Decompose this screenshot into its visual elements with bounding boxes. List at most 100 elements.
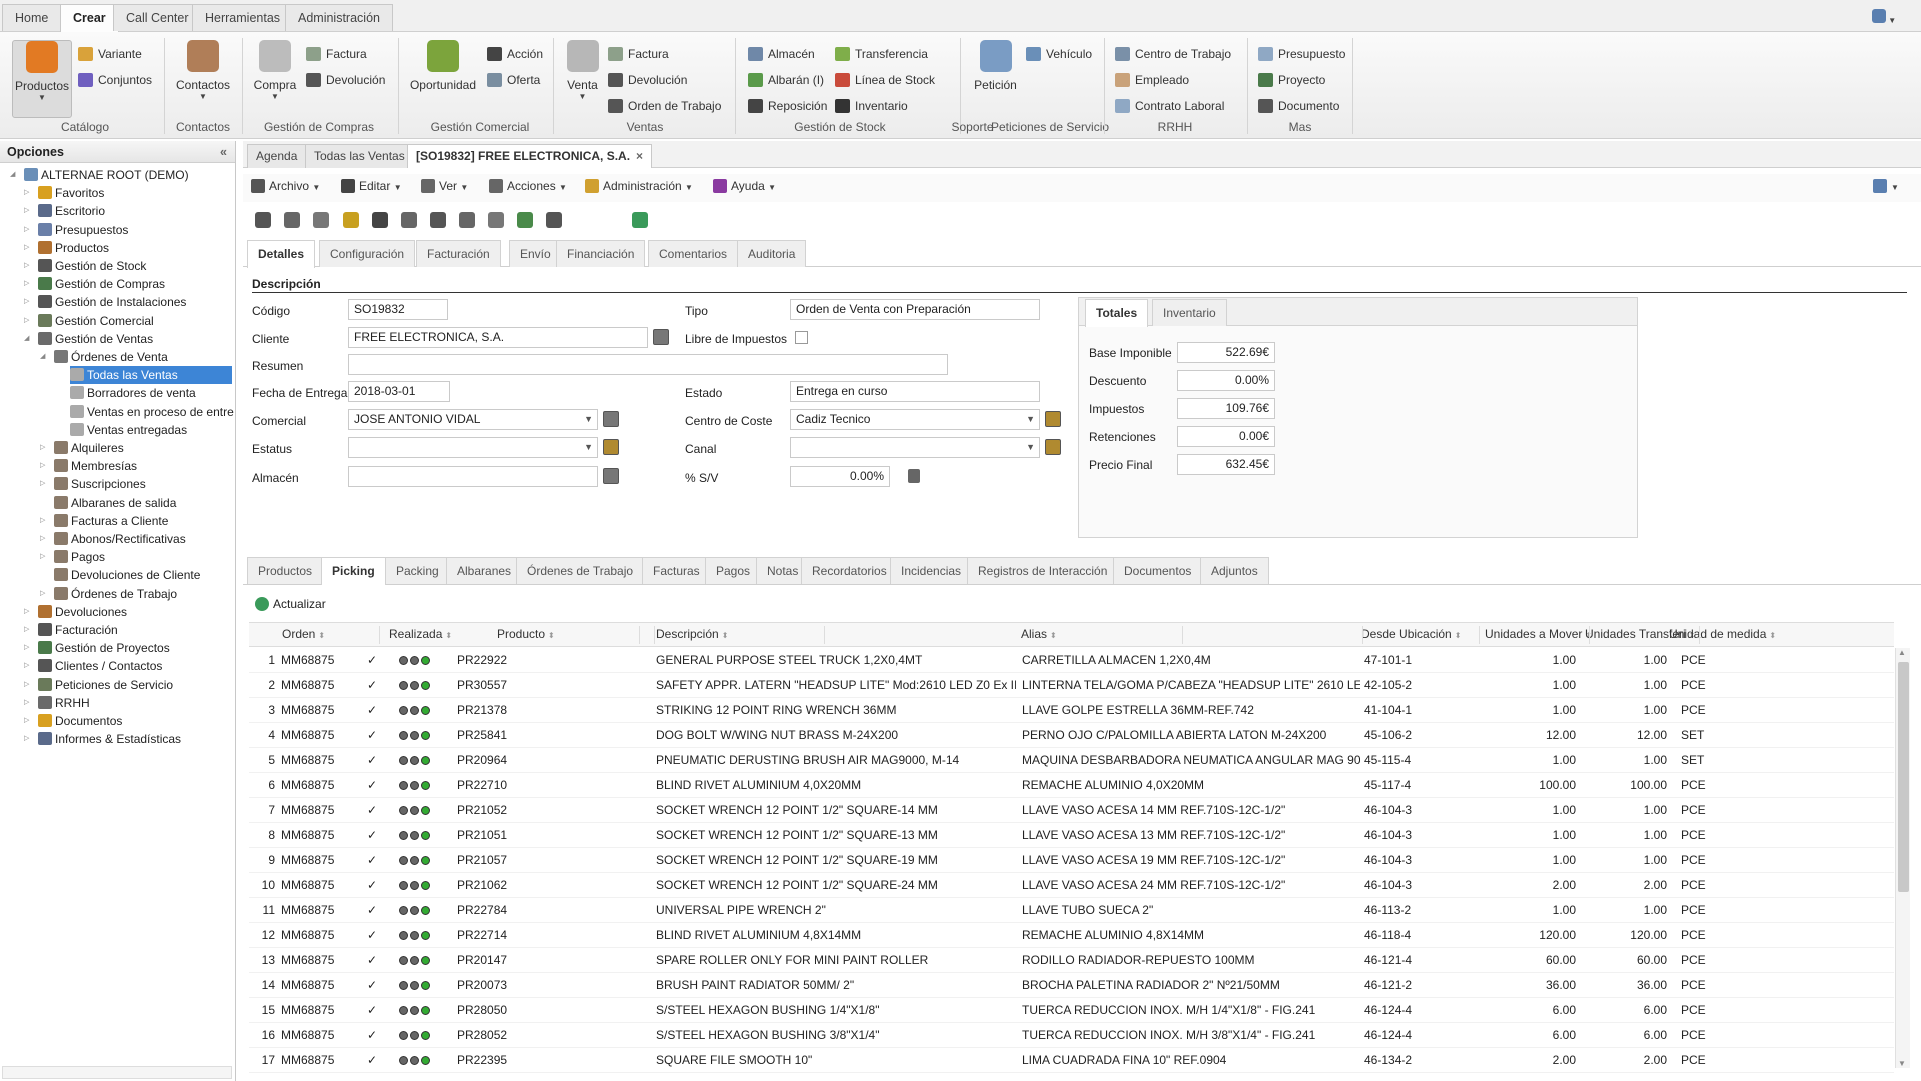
contrato-laboral-button[interactable]: Contrato Laboral (1115, 97, 1224, 115)
hand-icon[interactable] (908, 469, 920, 483)
albaran-button[interactable]: Albarán (I) (748, 71, 824, 89)
inventario-button[interactable]: Inventario (835, 97, 908, 115)
venta-factura-button[interactable]: Factura (608, 45, 669, 63)
table-row[interactable]: 2 MM68875 ✓ PR30557 SAFETY APPR. LATERN "HEA… (249, 673, 1894, 698)
collapsed-icon[interactable]: ▷ (40, 530, 45, 548)
delete-icon[interactable] (459, 212, 475, 228)
close-icon[interactable]: × (636, 149, 643, 163)
total-value-descuento[interactable]: 0.00% (1177, 370, 1275, 391)
grid-tab-ordenes-de-trabajo[interactable]: Órdenes de Trabajo (516, 557, 645, 584)
resumen-field[interactable] (348, 354, 948, 375)
table-row[interactable]: 5 MM68875 ✓ PR20964 PNEUMATIC DERUSTING BRUS… (249, 748, 1894, 773)
total-value-retenciones[interactable]: 0.00€ (1177, 426, 1275, 447)
collapsed-icon[interactable]: ▷ (24, 712, 29, 730)
sidebar-item-documentos[interactable]: ▷ Documentos (24, 712, 122, 730)
collapsed-icon[interactable]: ▷ (24, 202, 29, 220)
sidebar-item-productos[interactable]: ▷ Productos (24, 239, 109, 257)
realizada-check[interactable]: ✓ (367, 978, 383, 992)
sidebar-item-gestion-de-proyectos[interactable]: ▷ Gestión de Proyectos (24, 639, 170, 657)
sidebar-item-gestion-de-instalaciones[interactable]: ▷ Gestión de Instalaciones (24, 293, 186, 311)
compra-factura-button[interactable]: Factura (306, 45, 367, 63)
column-header-unidades-a-mover[interactable]: Unidades a Mover⬍ (1485, 627, 1592, 641)
table-row[interactable]: 17 MM68875 ✓ PR22395 SQUARE FILE SMOOTH 10" L… (249, 1048, 1894, 1073)
collapsed-icon[interactable]: ▷ (24, 257, 29, 275)
accion-button[interactable]: Acción (487, 45, 543, 63)
compra-devolucion-button[interactable]: Devolución (306, 71, 385, 89)
realizada-check[interactable]: ✓ (367, 953, 383, 967)
menu-archivo[interactable]: Archivo ▼ (251, 179, 320, 193)
grid-tab-adjuntos[interactable]: Adjuntos (1200, 557, 1269, 584)
grid-tab-packing[interactable]: Packing (385, 557, 450, 584)
sidebar-item-favoritos[interactable]: ▷ Favoritos (24, 184, 104, 202)
table-row[interactable]: 4 MM68875 ✓ PR25841 DOG BOLT W/WING NUT BRAS… (249, 723, 1894, 748)
table-row[interactable]: 3 MM68875 ✓ PR21378 STRIKING 12 POINT RING W… (249, 698, 1894, 723)
sidebar-item-pagos[interactable]: ▷ Pagos (40, 548, 105, 566)
sidebar-horizontal-scrollbar[interactable] (2, 1066, 232, 1079)
collapse-icon[interactable]: « (220, 141, 227, 163)
print-icon[interactable] (284, 212, 300, 228)
grid-tab-documentos[interactable]: Documentos (1113, 557, 1203, 584)
estado-field[interactable]: Entrega en curso (790, 381, 1040, 402)
expanded-icon[interactable]: ◢ (40, 348, 45, 366)
oportunidad-button[interactable]: Oportunidad (408, 40, 478, 92)
tab-herramientas[interactable]: Herramientas (192, 4, 294, 31)
realizada-check[interactable]: ✓ (367, 728, 383, 742)
tab-envio[interactable]: Envío (509, 240, 562, 267)
tab-call-center[interactable]: Call Center (113, 4, 202, 31)
orden-trabajo-button[interactable]: Orden de Trabajo (608, 97, 721, 115)
codigo-field[interactable]: SO19832 (348, 299, 448, 320)
canal-select[interactable]: ▼ (790, 437, 1040, 458)
tab-auditoria[interactable]: Auditoria (737, 240, 807, 267)
collapsed-icon[interactable]: ▷ (24, 676, 29, 694)
column-header-producto[interactable]: Producto ⬍ (497, 627, 555, 641)
realizada-check[interactable]: ✓ (367, 928, 383, 942)
realizada-check[interactable]: ✓ (367, 1003, 383, 1017)
collapsed-icon[interactable]: ▷ (24, 312, 29, 330)
cliente-picker-icon[interactable] (653, 329, 669, 345)
documento-button[interactable]: Documento (1258, 97, 1339, 115)
tab-detalles[interactable]: Detalles (247, 240, 316, 268)
table-row[interactable]: 12 MM68875 ✓ PR22714 BLIND RIVET ALUMINIUM 4… (249, 923, 1894, 948)
comercial-select[interactable]: JOSE ANTONIO VIDAL ▼ (348, 409, 598, 430)
table-row[interactable]: 10 MM68875 ✓ PR21062 SOCKET WRENCH 12 POINT … (249, 873, 1894, 898)
attach-icon[interactable] (488, 212, 504, 228)
actualizar-button[interactable]: Actualizar (255, 597, 326, 611)
menu-acciones[interactable]: Acciones ▼ (489, 179, 567, 193)
compra-button[interactable]: Compra ▼ (250, 40, 300, 101)
libre-impuestos-checkbox[interactable] (795, 331, 808, 344)
venta-devolucion-button[interactable]: Devolución (608, 71, 687, 89)
cut-icon[interactable] (372, 212, 388, 228)
tab-financiacion[interactable]: Financiación (556, 240, 646, 267)
centro-coste-picker-icon[interactable] (1045, 411, 1061, 427)
sidebar-item-devoluciones[interactable]: ▷ Devoluciones (24, 603, 127, 621)
grid-tab-productos[interactable]: Productos (247, 557, 324, 584)
sidebar-item-ordenes-de-venta[interactable]: ◢ Órdenes de Venta (40, 348, 168, 366)
almacen-field[interactable] (348, 466, 598, 487)
total-value-base-imponible[interactable]: 522.69€ (1177, 342, 1275, 363)
sidebar-item-alternae-root-demo[interactable]: ◢ ALTERNAE ROOT (DEMO) (10, 166, 189, 184)
user-settings-icon[interactable]: ▼ (1872, 9, 1902, 25)
realizada-check[interactable]: ✓ (367, 853, 383, 867)
table-row[interactable]: 6 MM68875 ✓ PR22710 BLIND RIVET ALUMINIUM 4,… (249, 773, 1894, 798)
sidebar-item-gestion-comercial[interactable]: ▷ Gestión Comercial (24, 312, 154, 330)
almacen-button[interactable]: Almacén (748, 45, 815, 63)
peticion-button[interactable]: Petición (968, 40, 1023, 92)
collapsed-icon[interactable]: ▷ (24, 657, 29, 675)
collapsed-icon[interactable]: ▷ (40, 548, 45, 566)
grid-tab-incidencias[interactable]: Incidencias (890, 557, 973, 584)
table-row[interactable]: 8 MM68875 ✓ PR21051 SOCKET WRENCH 12 POINT 1… (249, 823, 1894, 848)
sidebar-item-rrhh[interactable]: ▷ RRHH (24, 694, 90, 712)
collapsed-icon[interactable]: ▷ (24, 184, 29, 202)
column-header-alias[interactable]: Alias ⬍ (1021, 627, 1057, 641)
doctab-sale-order[interactable]: [SO19832] FREE ELECTRONICA, S.A. × (407, 144, 653, 168)
productos-button[interactable]: Productos ▼ (12, 40, 72, 118)
refresh-icon[interactable] (632, 212, 648, 228)
centro-trabajo-button[interactable]: Centro de Trabajo (1115, 45, 1231, 63)
collapsed-icon[interactable]: ▷ (40, 457, 45, 475)
column-header-descripcion[interactable]: Descripción ⬍ (656, 627, 728, 641)
sidebar-item-ventas-en-proceso-de-entre[interactable]: Ventas en proceso de entre (70, 403, 234, 421)
sidebar-item-facturacion[interactable]: ▷ Facturación (24, 621, 118, 639)
table-row[interactable]: 13 MM68875 ✓ PR20147 SPARE ROLLER ONLY FOR M… (249, 948, 1894, 973)
sidebar-item-informes-estadisticas[interactable]: ▷ Informes & Estadísticas (24, 730, 181, 748)
sidebar-item-ordenes-de-trabajo[interactable]: ▷ Órdenes de Trabajo (40, 585, 177, 603)
